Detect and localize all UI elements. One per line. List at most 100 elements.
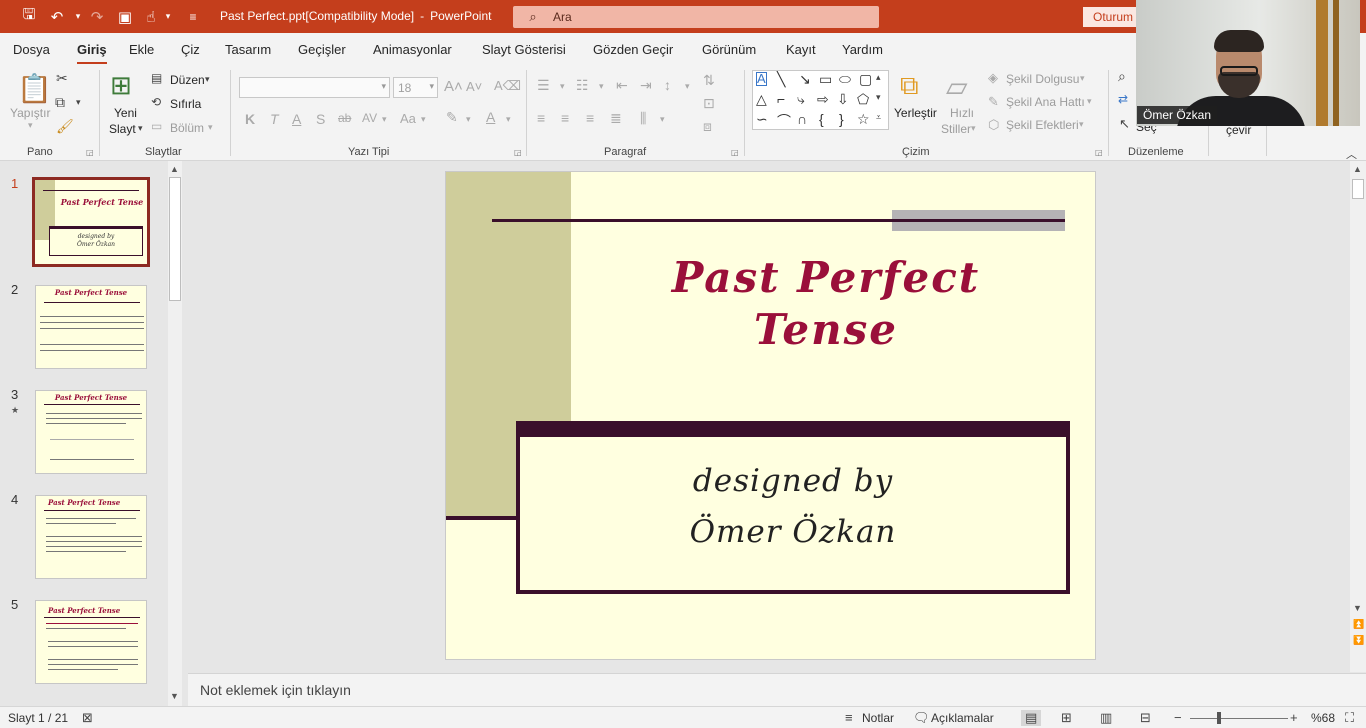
slide-thumbnail-2[interactable]: Past Perfect Tense [35,285,147,369]
gallery-more-icon[interactable]: ⩡ [876,112,881,123]
change-case-button[interactable]: Aa [400,111,416,126]
increase-font-icon[interactable]: A˄ [444,78,463,95]
collapse-ribbon-icon[interactable]: ︿ [1346,146,1357,162]
thumbnail-scrollbar[interactable]: ▲ ▼ [168,161,182,706]
new-slide-dropdown-icon[interactable]: ▾ [138,123,143,134]
numbering-dropdown-icon[interactable]: ▾ [599,81,604,92]
touch-dropdown-icon[interactable]: ▾ [160,0,176,33]
columns-dropdown-icon[interactable]: ▾ [660,114,665,125]
paragraph-launcher-icon[interactable]: ◲ [731,148,739,157]
shape-outline-icon[interactable]: ✎ [988,94,999,110]
highlight-dropdown-icon[interactable]: ▾ [466,114,471,125]
bullets-icon[interactable]: ☰ [537,77,550,94]
current-slide[interactable]: Past Perfect Tense designed by Ömer Özka… [445,171,1096,660]
elbow-arrow-icon[interactable]: ⤷ [797,91,805,108]
underline-button[interactable]: A [292,111,301,127]
layout-button[interactable]: Düzen [170,73,205,87]
font-name-combo[interactable]: ▾ [239,77,390,98]
quick-styles-dropdown-icon[interactable]: ▾ [971,123,976,134]
save-icon[interactable]: 🖫 [14,0,44,33]
italic-button[interactable]: T [270,111,279,127]
section-dropdown-icon[interactable]: ▾ [208,122,213,133]
change-case-dropdown-icon[interactable]: ▾ [421,114,426,125]
zoom-level[interactable]: %68 [1311,711,1335,725]
font-size-combo[interactable]: 18 ▾ [393,77,438,98]
right-arrow-shape-icon[interactable]: ⇨ [817,91,829,108]
quick-styles-line2[interactable]: Stiller [941,122,971,136]
tab-slayt-gosterisi[interactable]: Slayt Gösterisi [482,42,566,57]
textbox-shape-icon[interactable]: A [756,72,767,86]
copy-icon[interactable]: ⧉ [55,94,65,111]
slide-title[interactable]: Past Perfect Tense [616,252,1036,356]
paste-dropdown-icon[interactable]: ▾ [28,120,33,131]
curve-shape-icon[interactable]: ∩ [797,111,807,127]
columns-icon[interactable]: ⫼ [640,110,646,127]
line-spacing-icon[interactable]: ↕ [664,77,671,93]
zoom-out-icon[interactable]: − [1174,710,1182,725]
signin-button[interactable]: Oturum [1083,7,1143,27]
zoom-slider-thumb[interactable] [1217,712,1221,724]
search-input[interactable] [553,10,853,24]
slide-thumbnail-1[interactable]: Past Perfect Tense designed by Ömer Özkan [32,177,150,267]
arrange-icon[interactable]: ⧉ [900,70,919,102]
rounded-rect-shape-icon[interactable]: ▢ [859,71,872,88]
editor-scrollbar[interactable]: ▲ ▼ ⏫ ⏬ [1350,161,1366,672]
shape-fill-button[interactable]: Şekil Dolgusu [1006,72,1079,86]
scroll-up-icon[interactable]: ▲ [170,164,179,174]
reset-icon[interactable]: ⟲ [151,95,161,109]
undo-icon[interactable]: ↶ [42,0,72,33]
scroll-up-icon[interactable]: ▲ [1353,164,1362,174]
replace-icon[interactable]: ⇄ [1118,92,1128,106]
tab-gorunum[interactable]: Görünüm [702,42,756,57]
oval-shape-icon[interactable]: ⬭ [839,71,851,88]
scroll-down-icon[interactable]: ▼ [1353,603,1362,613]
scroll-down-icon[interactable]: ▼ [170,691,179,701]
tab-kayit[interactable]: Kayıt [786,42,816,57]
new-slide-button-line1[interactable]: Yeni [114,106,137,120]
font-color-dropdown-icon[interactable]: ▾ [506,114,511,125]
next-slide-icon[interactable]: ⏬ [1353,635,1364,646]
new-slide-button-line2[interactable]: Slayt [109,122,136,136]
line-spacing-dropdown-icon[interactable]: ▾ [685,81,690,92]
format-painter-icon[interactable]: 🖌 [56,118,74,135]
tab-ciz[interactable]: Çiz [181,42,200,57]
highlight-icon[interactable]: ✎ [446,109,458,126]
decrease-font-icon[interactable]: A˅ [466,79,482,94]
tab-tasarim[interactable]: Tasarım [225,42,271,57]
slide-thumbnail-5[interactable]: Past Perfect Tense [35,600,147,684]
notes-icon[interactable]: ≡ [845,710,853,725]
line-shape-icon[interactable]: ╲ [777,71,785,88]
align-center-icon[interactable]: ≡ [561,110,569,126]
numbering-icon[interactable]: ☷ [576,77,589,94]
find-icon[interactable]: ⌕ [1118,68,1126,85]
tab-animasyonlar[interactable]: Animasyonlar [373,42,452,57]
arrange-button[interactable]: Yerleştir [894,106,937,120]
section-icon[interactable]: ▭ [151,119,162,133]
notes-placeholder[interactable]: Not eklemek için tıklayın [200,682,351,698]
slide-subtitle-box[interactable]: designed by Ömer Özkan [520,437,1066,590]
strikethrough-button[interactable]: ab [338,111,351,125]
shadow-button[interactable]: S [316,111,325,127]
align-right-icon[interactable]: ≡ [586,110,594,126]
previous-slide-icon[interactable]: ⏫ [1353,619,1364,630]
bullets-dropdown-icon[interactable]: ▾ [560,81,565,92]
arc-shape-icon[interactable]: ⌒ [777,111,791,131]
zoom-in-icon[interactable]: + [1290,710,1298,725]
align-left-icon[interactable]: ≡ [537,110,545,126]
star-shape-icon[interactable]: ☆ [857,111,870,128]
shape-effects-icon[interactable]: ⬡ [988,117,999,133]
tab-yardim[interactable]: Yardım [842,42,883,57]
comments-button[interactable]: Açıklamalar [931,711,994,725]
paste-button[interactable]: Yapıştır [10,106,50,120]
reset-button[interactable]: Sıfırla [170,97,201,111]
slide-sorter-icon[interactable]: ⊞ [1061,710,1072,726]
notes-button[interactable]: Notlar [862,711,894,725]
editor-scroll-thumb[interactable] [1352,179,1364,199]
tab-gozden-gecir[interactable]: Gözden Geçir [593,42,673,57]
font-size-dropdown-icon[interactable]: ▾ [429,81,434,92]
justify-icon[interactable]: ≣ [610,110,622,127]
triangle-shape-icon[interactable]: △ [756,91,767,108]
font-name-dropdown-icon[interactable]: ▾ [381,81,386,92]
shape-effects-button[interactable]: Şekil Efektleri [1006,118,1079,132]
drawing-launcher-icon[interactable]: ◲ [1095,148,1103,157]
